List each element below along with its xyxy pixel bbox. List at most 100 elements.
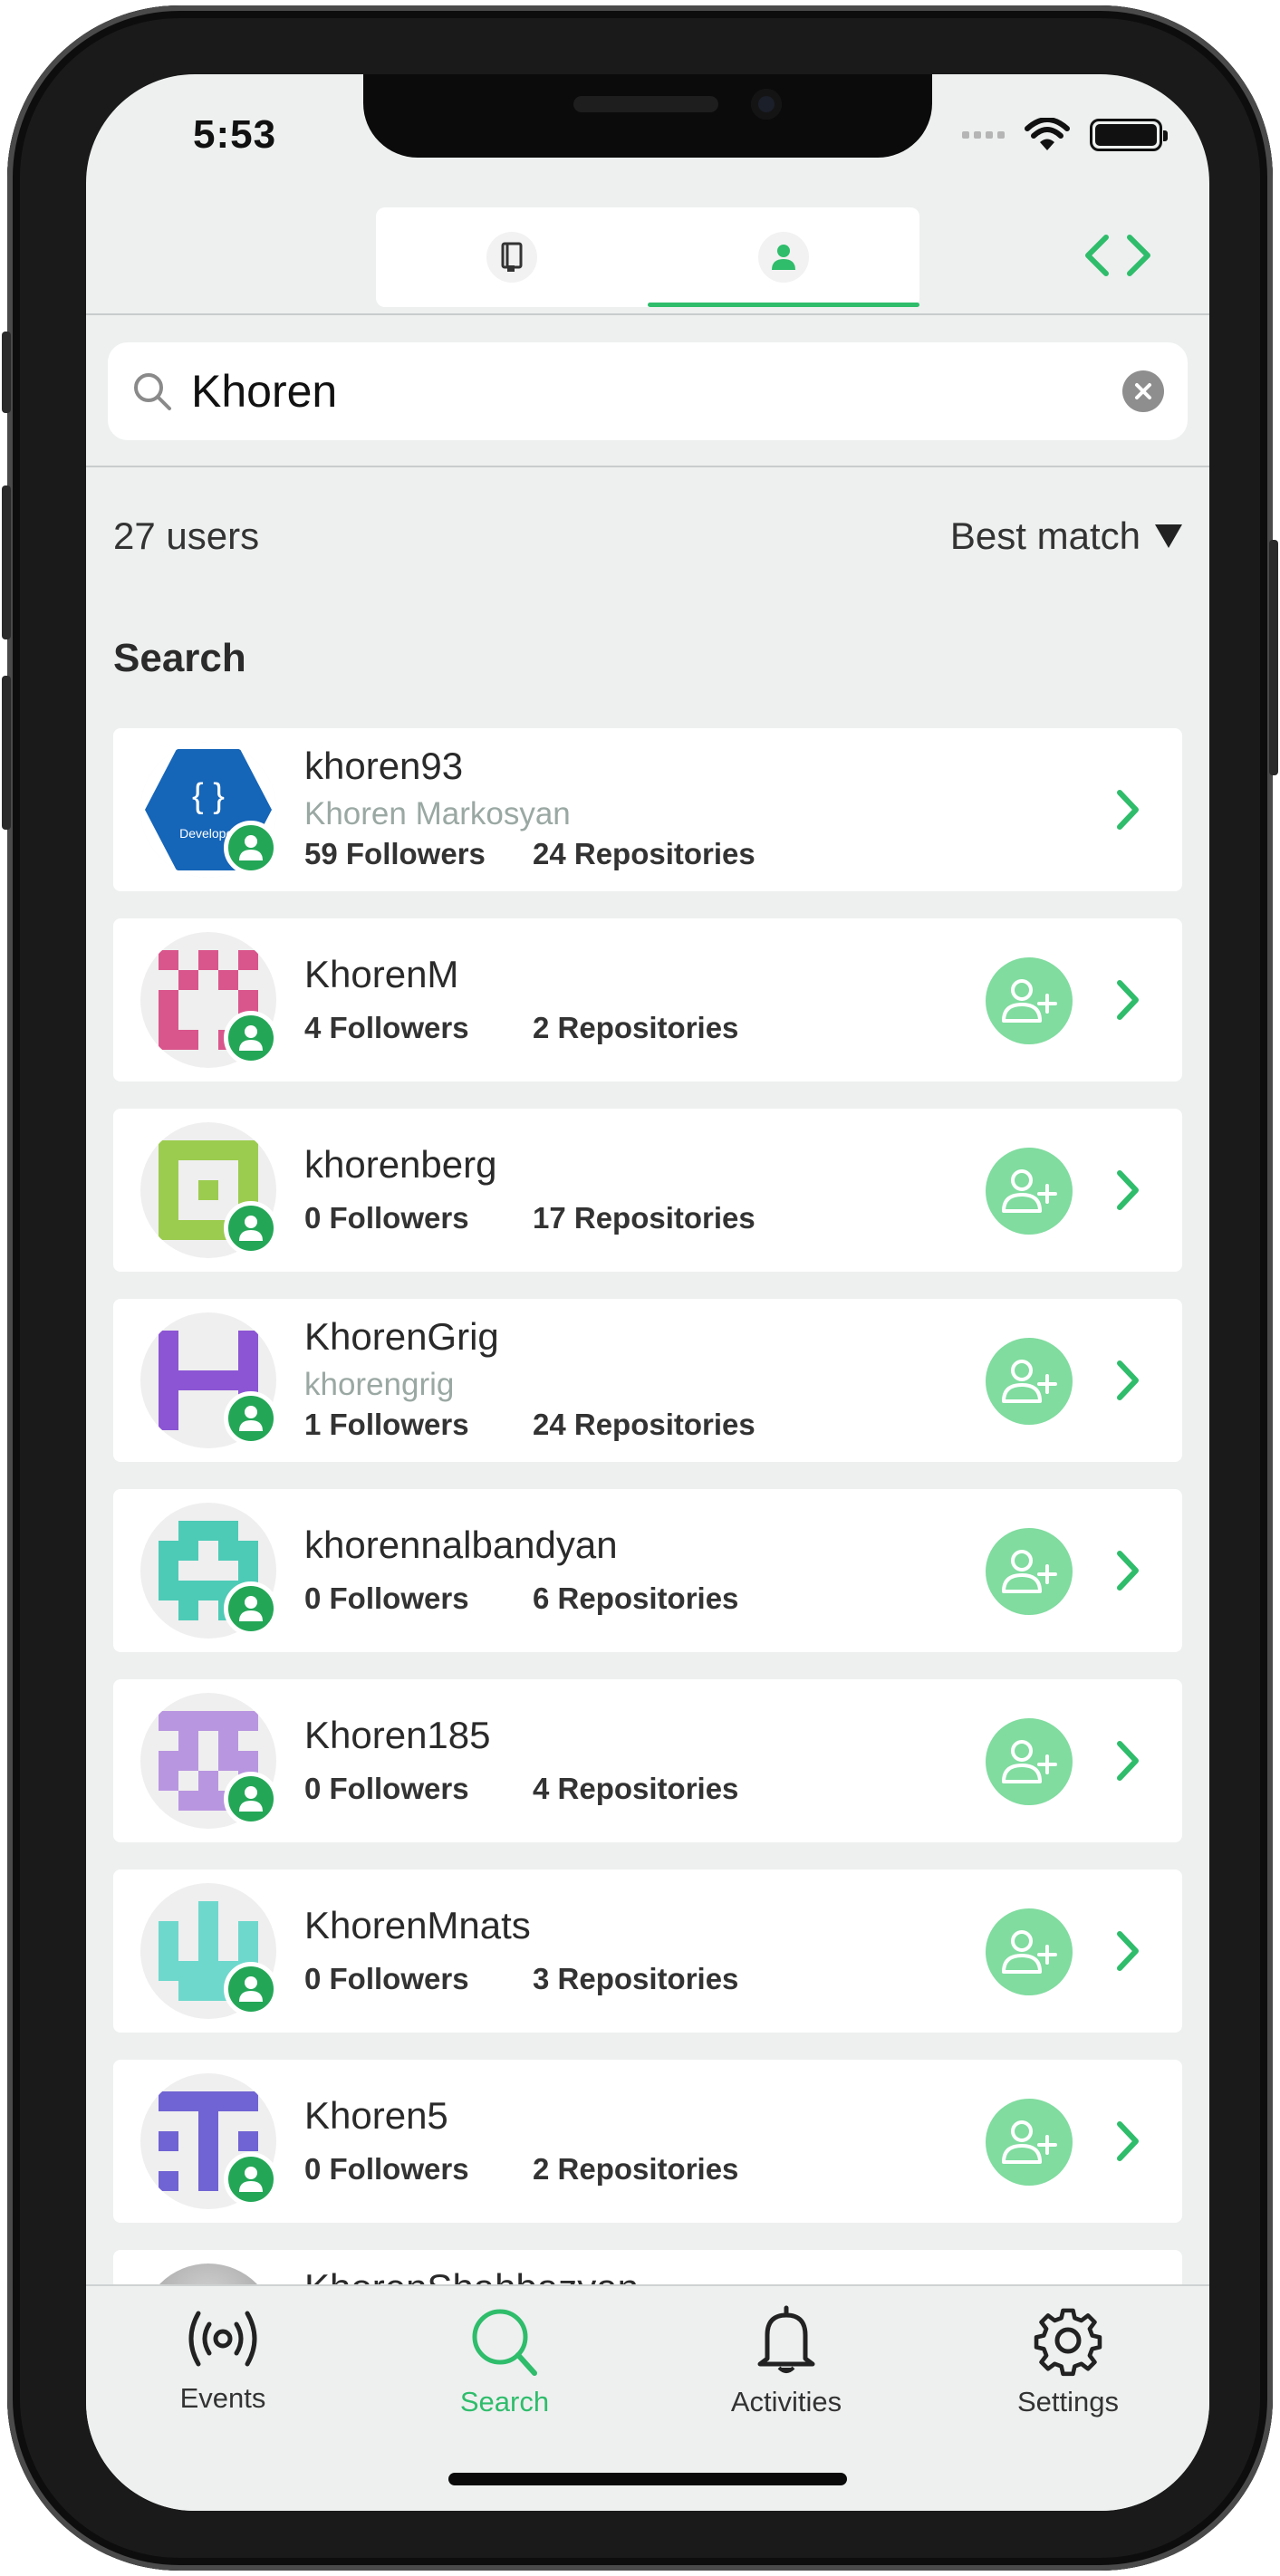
followers-count: 0 Followers — [304, 1772, 469, 1805]
user-row[interactable]: { } Developer khoren93 Khoren Markosyan … — [113, 728, 1182, 891]
follow-user-button[interactable] — [986, 2099, 1073, 2186]
user-fullname: Khoren Markosyan — [304, 796, 571, 831]
user-login: khorenberg — [304, 1143, 497, 1186]
user-stats: 59 Followers 24 Repositories — [304, 837, 755, 871]
user-row[interactable]: KhorenM 4 Followers 2 Repositories — [113, 918, 1182, 1081]
add-user-icon — [1002, 1740, 1057, 1783]
battery-icon — [1090, 119, 1168, 151]
repositories-count: 24 Repositories — [533, 1408, 755, 1441]
user-row[interactable]: khorenberg 0 Followers 17 Repositories — [113, 1109, 1182, 1272]
search-input[interactable] — [191, 365, 1122, 418]
user-badge-icon — [224, 1772, 278, 1826]
sort-dropdown[interactable]: Best match — [950, 514, 1182, 558]
chevron-right-icon — [1110, 1163, 1146, 1217]
search-divider — [86, 466, 1209, 467]
front-camera — [751, 89, 782, 120]
clear-x-icon[interactable] — [1122, 370, 1164, 412]
user-login: khoren93 — [304, 745, 464, 787]
dropdown-triangle-icon — [1155, 524, 1182, 548]
user-list: { } Developer khoren93 Khoren Markosyan … — [113, 728, 1182, 2359]
user-stats: 0 Followers 17 Repositories — [304, 1201, 755, 1235]
tab-label: Search — [459, 2386, 550, 2417]
sort-label: Best match — [949, 514, 1140, 557]
chevron-right-icon — [1110, 2114, 1146, 2168]
tab-activities[interactable]: Activities — [696, 2304, 877, 2418]
user-stats: 0 Followers 6 Repositories — [304, 1581, 738, 1616]
repositories-count: 24 Repositories — [533, 837, 755, 870]
notch — [363, 74, 932, 158]
follow-user-button[interactable] — [986, 1528, 1073, 1615]
user-badge-icon — [224, 821, 278, 875]
status-time: 5:53 — [193, 112, 277, 157]
tab-repositories[interactable] — [376, 207, 648, 307]
tab-events[interactable]: Events — [132, 2304, 313, 2415]
user-stats: 0 Followers 4 Repositories — [304, 1772, 738, 1806]
home-indicator — [448, 2473, 847, 2485]
speaker-grille — [573, 96, 718, 112]
power-button — [1269, 540, 1278, 775]
code-brackets-icon[interactable] — [1077, 228, 1159, 283]
followers-count: 0 Followers — [304, 2152, 469, 2186]
phone-frame: 5:53 Khoren 27 users Best match Search {… — [2, 5, 1278, 2571]
user-stats: 0 Followers 3 Repositories — [304, 1962, 738, 1996]
chevron-right-icon — [1110, 1353, 1146, 1408]
tab-label: Activities — [730, 2386, 842, 2417]
gear-icon — [1034, 2308, 1102, 2377]
chevron-right-icon — [1110, 783, 1146, 837]
repositories-count: 2 Repositories — [533, 2152, 739, 2186]
tab-search[interactable]: Search — [414, 2304, 595, 2418]
user-badge-icon — [224, 1962, 278, 2016]
user-login: Khoren5 — [304, 2094, 448, 2137]
followers-count: 4 Followers — [304, 1011, 469, 1044]
user-row[interactable]: Khoren5 0 Followers 2 Repositories — [113, 2060, 1182, 2223]
cellular-signal-icon — [962, 131, 1005, 139]
volume-up-button — [2, 485, 11, 639]
user-stats: 0 Followers 2 Repositories — [304, 2152, 738, 2187]
user-badge-icon — [224, 2152, 278, 2206]
follow-user-button[interactable] — [986, 1148, 1073, 1235]
repositories-count: 3 Repositories — [533, 1962, 739, 1995]
section-title: Search — [113, 636, 246, 680]
chevron-right-icon — [1110, 1543, 1146, 1598]
followers-count: 0 Followers — [304, 1962, 469, 1995]
user-row[interactable]: Khoren185 0 Followers 4 Repositories — [113, 1679, 1182, 1842]
repositories-count: 6 Repositories — [533, 1581, 739, 1615]
follow-user-button[interactable] — [986, 1718, 1073, 1805]
repositories-count: 2 Repositories — [533, 1011, 739, 1044]
follow-user-button[interactable] — [986, 1908, 1073, 1995]
followers-count: 1 Followers — [304, 1408, 469, 1441]
search-icon — [472, 2309, 537, 2376]
user-row[interactable]: khorennalbandyan 0 Followers 6 Repositor… — [113, 1489, 1182, 1652]
add-user-icon — [1002, 979, 1057, 1023]
user-person-icon — [758, 232, 809, 283]
user-stats: 1 Followers 24 Repositories — [304, 1408, 755, 1442]
user-row[interactable]: KhorenMnats 0 Followers 3 Repositories — [113, 1870, 1182, 2033]
mute-switch — [2, 332, 11, 413]
add-user-icon — [1002, 2120, 1057, 2164]
chevron-right-icon — [1110, 973, 1146, 1027]
follow-user-button[interactable] — [986, 957, 1073, 1044]
broadcast-icon — [188, 2311, 257, 2367]
user-login: Khoren185 — [304, 1714, 491, 1756]
chevron-right-icon — [1110, 1924, 1146, 1978]
user-login: KhorenGrig — [304, 1315, 499, 1358]
screen: 5:53 Khoren 27 users Best match Search {… — [86, 74, 1209, 2511]
chevron-right-icon — [1110, 1734, 1146, 1788]
tab-label: Events — [179, 2382, 266, 2414]
volume-down-button — [2, 676, 11, 830]
user-badge-icon — [224, 1201, 278, 1255]
followers-count: 0 Followers — [304, 1581, 469, 1615]
user-login: khorennalbandyan — [304, 1523, 618, 1566]
tab-settings[interactable]: Settings — [977, 2304, 1159, 2418]
tab-label: Settings — [1016, 2386, 1119, 2417]
status-icons — [962, 118, 1168, 152]
user-login: KhorenM — [304, 953, 459, 995]
results-count: 27 users — [113, 514, 260, 557]
tab-users[interactable] — [648, 207, 919, 307]
user-row[interactable]: KhorenGrig khorengrig 1 Followers 24 Rep… — [113, 1299, 1182, 1462]
add-user-icon — [1002, 1550, 1057, 1593]
bell-icon — [757, 2305, 815, 2373]
follow-user-button[interactable] — [986, 1338, 1073, 1425]
user-badge-icon — [224, 1011, 278, 1065]
add-user-icon — [1002, 1930, 1057, 1974]
